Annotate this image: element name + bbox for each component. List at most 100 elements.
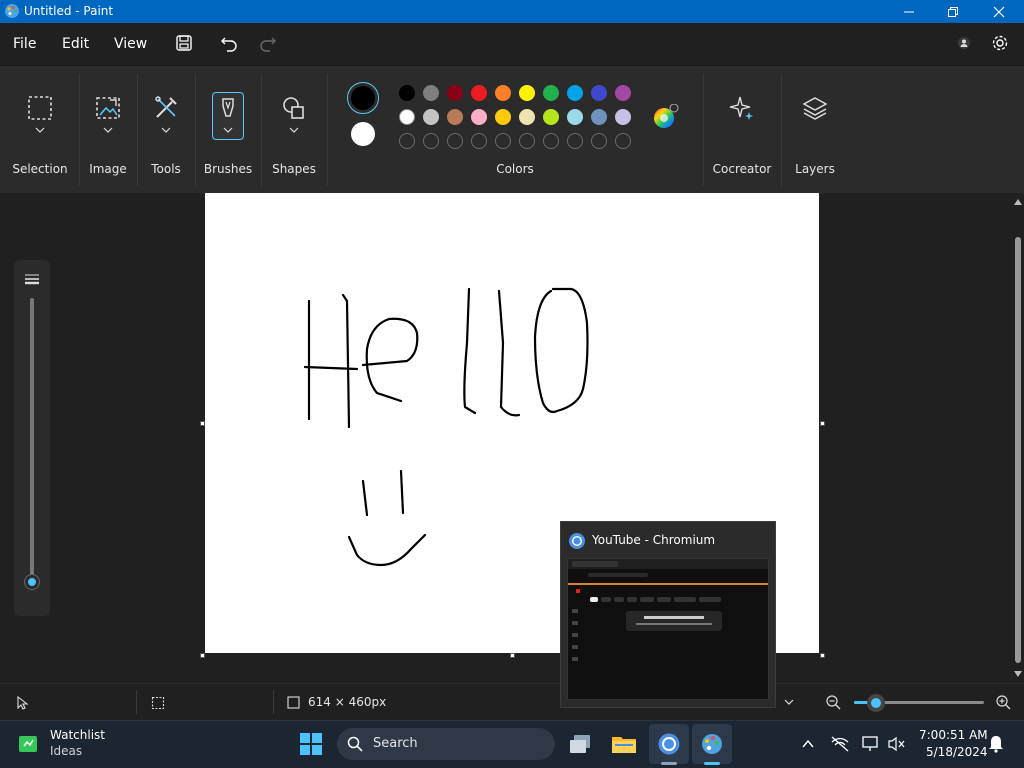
color-swatch[interactable] [567, 109, 583, 125]
network-disconnected-icon[interactable] [830, 735, 850, 753]
custom-color-slot[interactable] [447, 133, 463, 149]
selection-size-icon [151, 696, 165, 710]
notification-bell-icon[interactable] [988, 735, 1004, 753]
color-swatch[interactable] [447, 85, 463, 101]
close-button[interactable] [976, 0, 1022, 23]
vertical-scrollbar[interactable] [1012, 193, 1024, 683]
zoom-out-icon[interactable] [826, 695, 841, 710]
minimize-button[interactable] [886, 0, 932, 23]
shapes-icon[interactable] [280, 94, 308, 122]
color-swatch[interactable] [471, 85, 487, 101]
custom-color-slot[interactable] [399, 133, 415, 149]
brush-size-track[interactable] [30, 298, 34, 590]
color-swatch[interactable] [423, 85, 439, 101]
widget-title: Watchlist [50, 728, 105, 742]
color-swatch[interactable] [591, 85, 607, 101]
zoom-slider-thumb[interactable] [867, 694, 885, 712]
custom-color-slot[interactable] [471, 133, 487, 149]
resize-handle-bottom-right[interactable] [820, 653, 825, 658]
chevron-down-icon[interactable] [289, 126, 299, 134]
selection-icon[interactable] [26, 94, 54, 122]
brush-size-thumb[interactable] [25, 575, 39, 589]
custom-color-slot[interactable] [567, 133, 583, 149]
color-swatch[interactable] [447, 109, 463, 125]
color-swatch[interactable] [591, 109, 607, 125]
scroll-down-icon[interactable] [1014, 671, 1022, 677]
file-menu[interactable]: File [13, 36, 36, 52]
stroke-h-right [341, 293, 351, 429]
thumbnail-chip [640, 597, 654, 602]
undo-button[interactable] [218, 32, 240, 54]
scroll-up-icon[interactable] [1014, 199, 1022, 205]
resize-handle-left[interactable] [200, 421, 205, 426]
account-button[interactable] [953, 32, 975, 54]
image-icon[interactable] [94, 94, 122, 122]
chevron-down-icon[interactable] [161, 126, 171, 134]
color-swatch[interactable] [519, 109, 535, 125]
paint-taskbar-button[interactable] [692, 724, 732, 764]
sparkle-icon[interactable] [728, 94, 756, 122]
settings-button[interactable] [989, 32, 1011, 54]
display-icon[interactable] [862, 735, 880, 753]
chevron-down-icon[interactable] [103, 126, 113, 134]
thumbnail-chip [657, 597, 671, 602]
chevron-down-icon [784, 699, 794, 705]
taskbar-search[interactable]: Search [337, 728, 555, 760]
thumbnail-address-bar [588, 573, 648, 577]
color-swatch[interactable] [543, 85, 559, 101]
stroke-h-bar [303, 365, 359, 371]
scrollbar-thumb[interactable] [1015, 237, 1021, 663]
custom-color-slot[interactable] [591, 133, 607, 149]
custom-color-slot[interactable] [615, 133, 631, 149]
clock-date[interactable]: 5/18/2024 [926, 745, 988, 759]
zoom-in-icon[interactable] [996, 695, 1011, 710]
color-swatch[interactable] [615, 109, 631, 125]
custom-color-slot[interactable] [495, 133, 511, 149]
color-swatch[interactable] [495, 109, 511, 125]
restore-button[interactable] [930, 0, 976, 23]
color-swatch[interactable] [471, 109, 487, 125]
cursor-position-icon [17, 696, 29, 710]
tools-icon[interactable] [152, 94, 180, 122]
color-swatch[interactable] [495, 85, 511, 101]
task-view-button[interactable] [560, 724, 600, 764]
chevron-down-icon[interactable] [35, 126, 45, 134]
status-divider [136, 690, 137, 714]
custom-color-slot[interactable] [519, 133, 535, 149]
color-swatch[interactable] [423, 109, 439, 125]
layers-icon[interactable] [801, 94, 829, 122]
start-button[interactable] [291, 724, 331, 764]
thumbnail-tab [572, 561, 618, 567]
tools-label: Tools [151, 162, 181, 176]
resize-handle-bottom-left[interactable] [200, 653, 205, 658]
edit-menu[interactable]: Edit [62, 36, 89, 52]
color-swatch[interactable] [615, 85, 631, 101]
secondary-color-swatch[interactable] [351, 122, 375, 146]
color-swatch[interactable] [567, 85, 583, 101]
window-title: Untitled - Paint [24, 4, 114, 18]
chromium-preview-popup[interactable]: YouTube - Chromium [560, 521, 776, 708]
clock-time[interactable]: 7:00:51 AM [919, 728, 988, 742]
color-swatch[interactable] [399, 85, 415, 101]
file-explorer-button[interactable] [604, 724, 644, 764]
view-menu[interactable]: View [114, 36, 147, 52]
primary-color-swatch[interactable] [351, 86, 375, 110]
resize-handle-right[interactable] [820, 421, 825, 426]
chevron-down-icon[interactable] [223, 126, 233, 134]
color-swatch[interactable] [519, 85, 535, 101]
custom-color-slot[interactable] [423, 133, 439, 149]
resize-handle-bottom[interactable] [510, 653, 515, 658]
stroke-l1 [463, 287, 477, 415]
color-picker-icon[interactable] [652, 104, 680, 132]
thumbnail-chips [590, 597, 760, 602]
redo-button[interactable] [257, 32, 279, 54]
chevron-up-icon[interactable] [801, 737, 815, 751]
color-swatch[interactable] [399, 109, 415, 125]
widgets-button[interactable]: Watchlist Ideas [10, 724, 130, 764]
shapes-group: Shapes [262, 66, 326, 194]
custom-color-slot[interactable] [543, 133, 559, 149]
volume-muted-icon[interactable] [888, 736, 906, 752]
color-swatch[interactable] [543, 109, 559, 125]
chromium-taskbar-button[interactable] [649, 724, 689, 764]
save-button[interactable] [173, 32, 195, 54]
